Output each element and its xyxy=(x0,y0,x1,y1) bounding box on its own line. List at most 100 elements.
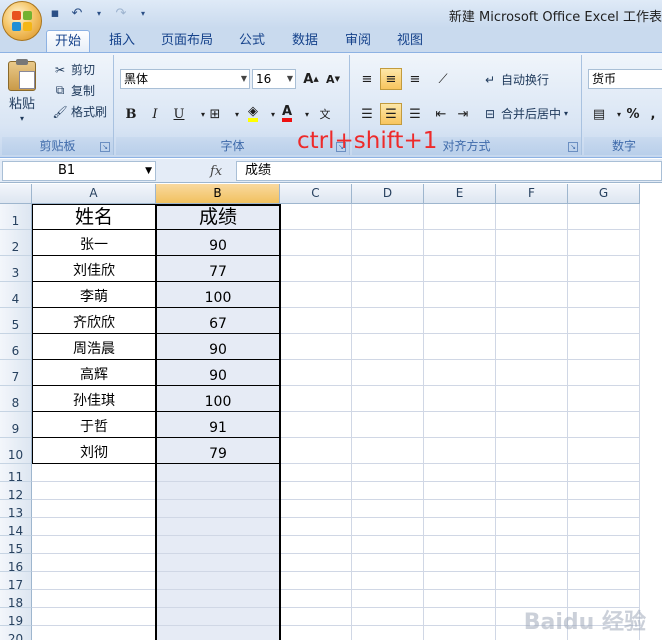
cell-g15[interactable] xyxy=(568,536,640,554)
align-center-icon[interactable]: ☰ xyxy=(380,103,402,125)
row-header-6[interactable]: 6 xyxy=(0,334,32,360)
cell-a1[interactable]: 姓名 xyxy=(32,204,156,230)
cell-f14[interactable] xyxy=(496,518,568,536)
cell-d2[interactable] xyxy=(352,230,424,256)
decrease-indent-icon[interactable]: ⇤ xyxy=(430,103,452,125)
cell-e4[interactable] xyxy=(424,282,496,308)
cell-d3[interactable] xyxy=(352,256,424,282)
undo-icon[interactable]: ↶ xyxy=(68,4,86,22)
save-icon[interactable]: ▪ xyxy=(46,4,64,22)
cell-a10[interactable]: 刘彻 xyxy=(32,438,156,464)
cell-d15[interactable] xyxy=(352,536,424,554)
cell-c13[interactable] xyxy=(280,500,352,518)
borders-icon[interactable]: ⊞ xyxy=(204,103,226,125)
cell-a11[interactable] xyxy=(32,464,156,482)
cell-g9[interactable] xyxy=(568,412,640,438)
cell-e6[interactable] xyxy=(424,334,496,360)
cell-a8[interactable]: 孙佳琪 xyxy=(32,386,156,412)
font-name-select[interactable]: 黑体 ▼ xyxy=(120,69,250,89)
cell-a17[interactable] xyxy=(32,572,156,590)
cell-c11[interactable] xyxy=(280,464,352,482)
paste-button[interactable]: 粘贴 ▾ xyxy=(8,59,36,123)
cell-g14[interactable] xyxy=(568,518,640,536)
cell-a16[interactable] xyxy=(32,554,156,572)
cell-d11[interactable] xyxy=(352,464,424,482)
cell-d14[interactable] xyxy=(352,518,424,536)
cell-e9[interactable] xyxy=(424,412,496,438)
cell-c4[interactable] xyxy=(280,282,352,308)
cell-f16[interactable] xyxy=(496,554,568,572)
cell-f6[interactable] xyxy=(496,334,568,360)
number-format-select[interactable]: 货币 xyxy=(588,69,662,89)
cell-b18[interactable] xyxy=(156,590,280,608)
row-header-20[interactable]: 20 xyxy=(0,626,32,640)
cell-e3[interactable] xyxy=(424,256,496,282)
accounting-icon[interactable]: ▤ xyxy=(588,103,610,125)
cell-a2[interactable]: 张一 xyxy=(32,230,156,256)
cell-d19[interactable] xyxy=(352,608,424,626)
clipboard-launcher-icon[interactable]: ↘ xyxy=(100,142,110,152)
cell-f10[interactable] xyxy=(496,438,568,464)
customize-qat-icon[interactable]: ▾ xyxy=(134,4,152,22)
row-header-12[interactable]: 12 xyxy=(0,482,32,502)
cell-c12[interactable] xyxy=(280,482,352,500)
cell-b12[interactable] xyxy=(156,482,280,500)
tab-formulas[interactable]: 公式 xyxy=(230,30,274,52)
cell-b4[interactable]: 100 xyxy=(156,282,280,308)
cell-f17[interactable] xyxy=(496,572,568,590)
cell-g11[interactable] xyxy=(568,464,640,482)
row-header-9[interactable]: 9 xyxy=(0,412,32,438)
cell-c7[interactable] xyxy=(280,360,352,386)
office-button[interactable] xyxy=(2,1,42,41)
row-header-10[interactable]: 10 xyxy=(0,438,32,464)
cell-g8[interactable] xyxy=(568,386,640,412)
cell-f5[interactable] xyxy=(496,308,568,334)
cell-f3[interactable] xyxy=(496,256,568,282)
cell-f7[interactable] xyxy=(496,360,568,386)
cell-c20[interactable] xyxy=(280,626,352,640)
cell-b6[interactable]: 90 xyxy=(156,334,280,360)
cell-d6[interactable] xyxy=(352,334,424,360)
cell-e5[interactable] xyxy=(424,308,496,334)
row-header-15[interactable]: 15 xyxy=(0,536,32,556)
row-header-14[interactable]: 14 xyxy=(0,518,32,538)
cell-f1[interactable] xyxy=(496,204,568,230)
cell-d8[interactable] xyxy=(352,386,424,412)
align-left-icon[interactable]: ☰ xyxy=(356,103,378,125)
row-header-18[interactable]: 18 xyxy=(0,590,32,610)
cell-e20[interactable] xyxy=(424,626,496,640)
tab-home[interactable]: 开始 xyxy=(46,30,90,52)
cell-b19[interactable] xyxy=(156,608,280,626)
merge-center-button[interactable]: ⊟ 合并后居中 ▾ xyxy=(482,105,568,122)
increase-indent-icon[interactable]: ⇥ xyxy=(452,103,474,125)
cell-d12[interactable] xyxy=(352,482,424,500)
row-header-2[interactable]: 2 xyxy=(0,230,32,256)
cell-a18[interactable] xyxy=(32,590,156,608)
bold-button[interactable]: B xyxy=(120,103,142,125)
cell-e7[interactable] xyxy=(424,360,496,386)
cell-f4[interactable] xyxy=(496,282,568,308)
cell-b7[interactable]: 90 xyxy=(156,360,280,386)
cell-a4[interactable]: 李萌 xyxy=(32,282,156,308)
column-header-b[interactable]: B xyxy=(156,184,280,204)
cell-g16[interactable] xyxy=(568,554,640,572)
grow-font-button[interactable]: A ▲ xyxy=(300,68,322,90)
cell-f9[interactable] xyxy=(496,412,568,438)
align-middle-icon[interactable]: ≡ xyxy=(380,68,402,90)
cell-a12[interactable] xyxy=(32,482,156,500)
cell-a20[interactable] xyxy=(32,626,156,640)
cell-a14[interactable] xyxy=(32,518,156,536)
cell-b14[interactable] xyxy=(156,518,280,536)
redo-icon[interactable]: ↷ xyxy=(112,4,130,22)
cell-g4[interactable] xyxy=(568,282,640,308)
cell-b16[interactable] xyxy=(156,554,280,572)
cell-b20[interactable] xyxy=(156,626,280,640)
cell-d17[interactable] xyxy=(352,572,424,590)
cell-c19[interactable] xyxy=(280,608,352,626)
cell-e1[interactable] xyxy=(424,204,496,230)
cell-g13[interactable] xyxy=(568,500,640,518)
row-header-16[interactable]: 16 xyxy=(0,554,32,574)
tab-insert[interactable]: 插入 xyxy=(100,30,144,52)
cell-c18[interactable] xyxy=(280,590,352,608)
cut-button[interactable]: ✂ 剪切 xyxy=(52,61,95,78)
